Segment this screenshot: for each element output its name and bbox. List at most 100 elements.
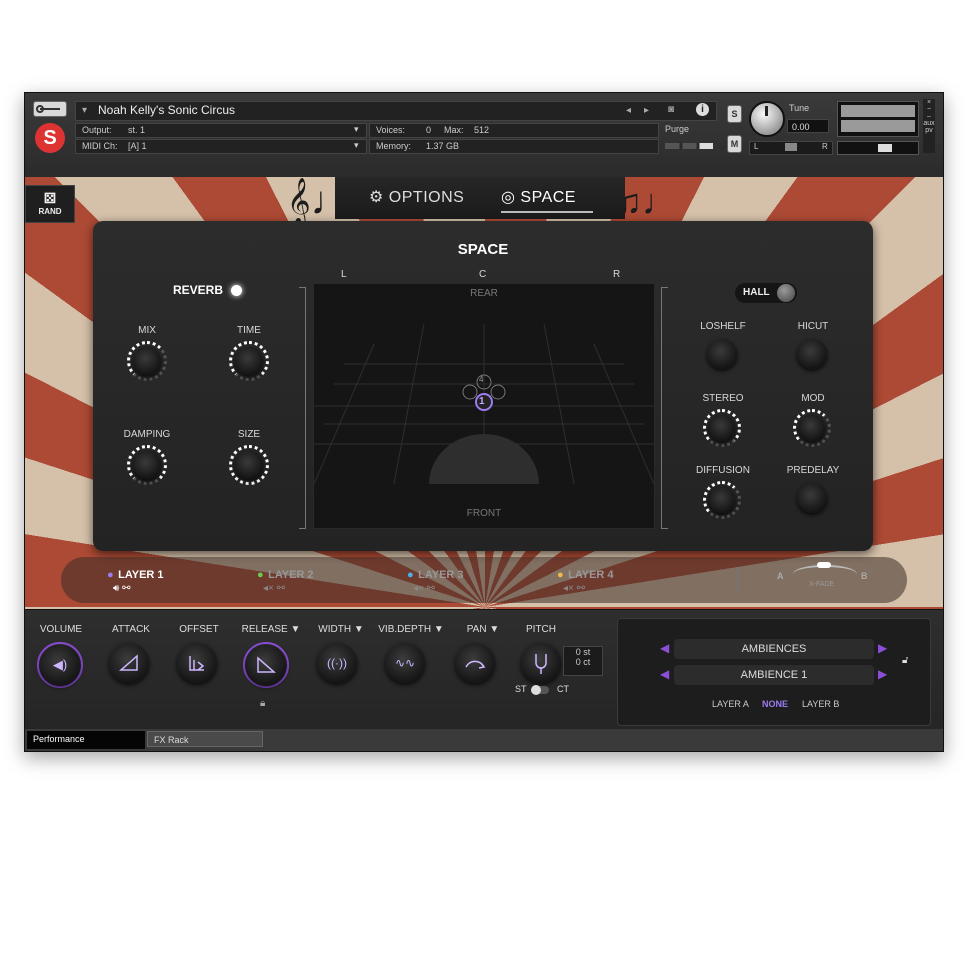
unlock-icon[interactable]: 🔓︎ — [902, 655, 908, 666]
loshelf-knob[interactable] — [707, 339, 737, 369]
music-notes-right-icon: ♫♩ — [615, 181, 678, 222]
close-icon[interactable]: × — [923, 99, 935, 106]
link-icon[interactable]: ⚯ — [277, 583, 285, 594]
ambience-next-category-icon[interactable]: ▶ — [878, 641, 887, 655]
left-bracket — [299, 287, 306, 529]
ambience-prev-preset-icon[interactable]: ◀ — [660, 667, 669, 681]
music-notes-left-icon: 𝄞♩ — [287, 179, 351, 223]
mix-knob[interactable] — [127, 341, 167, 381]
link-icon[interactable]: ⚯ — [427, 583, 435, 594]
tab-performance[interactable]: Performance — [27, 731, 145, 749]
memory-value: 1.37 GB — [426, 141, 460, 151]
pan-label[interactable]: PAN ▼ — [453, 624, 513, 635]
release-label[interactable]: RELEASE ▼ — [239, 624, 303, 635]
ambience-preset[interactable]: AMBIENCE 1 — [674, 665, 874, 685]
instrument-window: S ▾ Noah Kelly's Sonic Circus ◂ ▸ ◙ i Ou… — [24, 92, 944, 752]
instrument-name-bar[interactable]: ▾ Noah Kelly's Sonic Circus ◂ ▸ ◙ i — [75, 101, 717, 121]
target-layer-a[interactable]: LAYER A — [712, 699, 749, 709]
ambience-category[interactable]: AMBIENCES — [674, 639, 874, 659]
rand-button[interactable]: ⚄ RAND — [25, 185, 75, 223]
pan-slider[interactable]: L R — [749, 141, 833, 155]
layer-3-tab[interactable]: ● LAYER 3 ◂× ⚯ — [407, 565, 464, 594]
tab-fx-rack[interactable]: FX Rack — [147, 731, 263, 747]
vib-depth-knob[interactable]: ∿∿ — [385, 643, 425, 683]
hicut-knob[interactable] — [797, 339, 827, 369]
active-tab-underline — [501, 211, 593, 213]
ambience-prev-category-icon[interactable]: ◀ — [660, 641, 669, 655]
bottom-tabs: Performance FX Rack — [25, 729, 943, 751]
output-row[interactable]: Output: st. 1 ▾ — [75, 123, 367, 138]
voices-label: Voices: — [376, 125, 406, 135]
pitch-readout[interactable]: 0 st 0 ct — [563, 646, 603, 676]
stereo-knob[interactable] — [703, 409, 741, 447]
tab-options[interactable]: ⚙ OPTIONS — [369, 187, 464, 207]
speaker-muted-icon[interactable]: ◂× — [413, 583, 424, 594]
release-knob[interactable] — [243, 642, 289, 688]
offset-knob[interactable] — [177, 643, 217, 683]
next-instrument-icon[interactable]: ▸ — [644, 105, 649, 116]
link-icon[interactable]: ⚯ — [577, 583, 585, 594]
pv-button[interactable]: pv — [923, 127, 935, 134]
collapse-icon[interactable]: – — [923, 113, 935, 120]
mute-button[interactable]: M — [727, 135, 742, 153]
layer-marker-1[interactable]: 1 — [479, 396, 485, 407]
camera-icon[interactable]: ◙ — [668, 104, 674, 115]
target-none[interactable]: NONE — [762, 699, 788, 709]
pitch-label: PITCH — [526, 624, 556, 635]
prev-instrument-icon[interactable]: ◂ — [626, 105, 631, 116]
hall-toggle[interactable]: HALL — [735, 283, 797, 303]
speaker-on-icon[interactable]: 🔊︎ — [113, 583, 119, 594]
layer-2-tab[interactable]: ● LAYER 2 ◂× ⚯ — [257, 565, 314, 594]
info-icon[interactable]: i — [696, 103, 709, 116]
time-label: TIME — [237, 325, 261, 336]
max-value[interactable]: 512 — [474, 125, 489, 135]
speaker-muted-icon[interactable]: ◂× — [563, 583, 574, 594]
volume-slider[interactable] — [837, 141, 919, 155]
layer-marker-4[interactable]: 4 — [479, 375, 483, 384]
size-knob[interactable] — [229, 445, 269, 485]
midi-row[interactable]: MIDI Ch: [A] 1 ▾ — [75, 139, 367, 154]
solo-button[interactable]: S — [727, 105, 742, 123]
diffusion-knob[interactable] — [703, 481, 741, 519]
ambience-next-preset-icon[interactable]: ▶ — [878, 667, 887, 681]
instrument-name: Noah Kelly's Sonic Circus — [98, 103, 236, 117]
layer-4-dot: ● — [557, 569, 564, 581]
volume-knob[interactable]: ◀) — [37, 642, 83, 688]
predelay-knob[interactable] — [797, 483, 827, 513]
tune-knob[interactable] — [749, 101, 785, 137]
instrument-header: S ▾ Noah Kelly's Sonic Circus ◂ ▸ ◙ i Ou… — [25, 93, 943, 178]
lock-icon[interactable]: 🔒︎ — [260, 698, 265, 709]
layer-4-tab[interactable]: ● LAYER 4 ◂× ⚯ — [557, 565, 614, 594]
layer-1-tab[interactable]: ● LAYER 1 🔊︎ ⚯ — [107, 565, 164, 594]
predelay-label: PREDELAY — [786, 465, 840, 476]
wrench-button[interactable] — [33, 101, 67, 117]
tab-space[interactable]: ◎ SPACE — [501, 187, 576, 207]
attack-knob[interactable] — [109, 643, 149, 683]
ct-label: CT — [557, 684, 569, 694]
width-label[interactable]: WIDTH ▼ — [311, 624, 371, 635]
divider — [737, 567, 738, 593]
axis-right-label: R — [613, 269, 621, 280]
width-knob[interactable]: ((·)) — [317, 643, 357, 683]
pan-handle[interactable] — [785, 143, 797, 151]
hicut-label: HICUT — [797, 321, 829, 332]
minimize-icon[interactable]: − — [923, 106, 935, 113]
vib-depth-label[interactable]: VIB.DEPTH ▼ — [373, 624, 449, 635]
hall-toggle-handle[interactable] — [777, 284, 795, 302]
purge-button[interactable]: Purge — [665, 124, 689, 134]
reverb-toggle[interactable] — [231, 285, 242, 296]
tune-value[interactable]: 0.00 — [787, 119, 829, 133]
space-grid[interactable]: REAR FRONT 4 1 — [313, 283, 655, 529]
time-knob[interactable] — [229, 341, 269, 381]
aux-button[interactable]: aux — [923, 120, 935, 127]
damping-knob[interactable] — [127, 445, 167, 485]
speaker-muted-icon[interactable]: ◂× — [263, 583, 274, 594]
mod-knob[interactable] — [793, 409, 831, 447]
target-layer-b[interactable]: LAYER B — [802, 699, 839, 709]
st-ct-toggle[interactable] — [531, 685, 549, 695]
pitch-knob[interactable] — [521, 643, 561, 683]
tuning-fork-icon — [535, 654, 547, 674]
chevron-down-icon: ▾ — [82, 105, 88, 116]
link-icon[interactable]: ⚯ — [122, 583, 130, 594]
pan-knob[interactable] — [455, 643, 495, 683]
